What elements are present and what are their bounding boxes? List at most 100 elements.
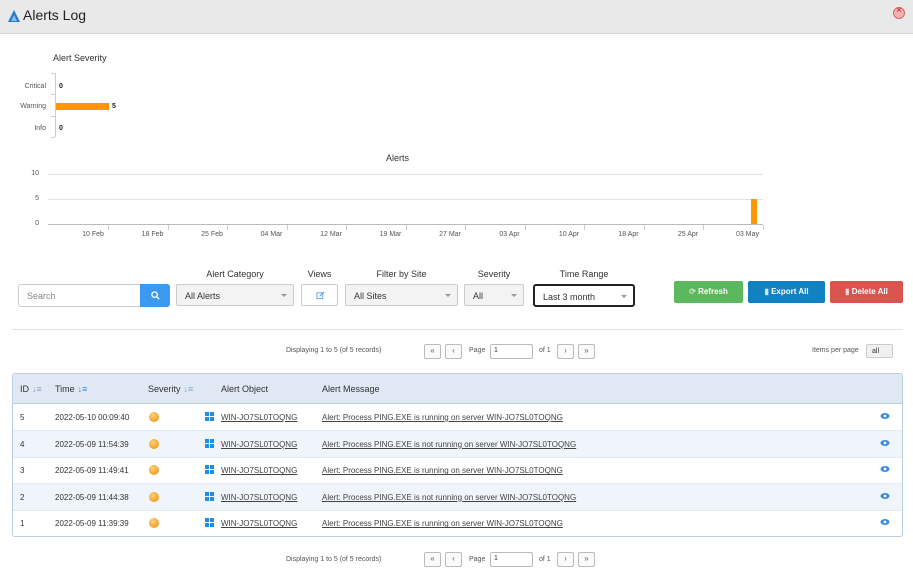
warning-severity-icon: [149, 412, 159, 422]
refresh-icon: ⟳: [689, 287, 699, 296]
alerts-x-tick: [108, 225, 109, 230]
page-number-input[interactable]: 1: [490, 552, 533, 567]
column-header-id[interactable]: ID ↓≡: [20, 384, 42, 394]
prev-page-button[interactable]: ‹: [445, 344, 462, 359]
warning-severity-icon: [149, 465, 159, 476]
windows-icon: [205, 438, 215, 449]
view-eye-icon[interactable]: [880, 492, 890, 500]
sort-icon: ↓≡: [32, 384, 42, 394]
divider: [12, 329, 903, 330]
alerts-table: ID ↓≡ Time ↓≡ Severity ↓≡ Alert Object Aler…: [12, 373, 903, 537]
alerts-x-tick-label: 04 Mar: [260, 231, 283, 238]
search-icon: [151, 291, 160, 300]
table-header: ID ↓≡ Time ↓≡ Severity ↓≡ Alert Object Aler…: [13, 374, 902, 404]
cell-alert-object-link[interactable]: WIN-JO7SL0TOQNG: [221, 519, 297, 528]
views-button[interactable]: [301, 284, 338, 306]
cell-id: 4: [20, 439, 25, 449]
warning-severity-icon: [149, 438, 159, 449]
alerts-y-tick-label: 10: [31, 170, 39, 177]
cell-alert-message-link[interactable]: Alert: Process PING.EXE is running on se…: [322, 519, 563, 528]
alerts-x-tick-label: 25 Apr: [677, 231, 699, 238]
window-title: Alerts Log: [23, 7, 87, 23]
cell-alert-message-link[interactable]: Alert: Process PING.EXE is not running o…: [322, 493, 576, 502]
view-eye-icon[interactable]: [880, 439, 890, 447]
delete-all-label: Delete All: [851, 287, 888, 296]
delete-all-button[interactable]: ▮ Delete All: [830, 281, 903, 303]
alerts-x-tick: [584, 225, 585, 230]
table-row[interactable]: 3 2022-05-09 11:49:41 WIN-JO7SL0TOQNG Alert…: [13, 457, 902, 485]
view-eye-icon[interactable]: [880, 412, 890, 420]
alerts-x-tick: [346, 225, 347, 230]
column-header-alert-message: Alert Message: [322, 384, 380, 394]
refresh-button[interactable]: ⟳ Refresh: [674, 281, 743, 303]
cell-alert-object-link[interactable]: WIN-JO7SL0TOQNG: [221, 440, 297, 449]
column-header-time[interactable]: Time ↓≡: [55, 384, 87, 394]
page-label: Page: [469, 347, 486, 354]
alerts-gridline: [48, 174, 763, 175]
alerts-x-tick: [524, 225, 526, 230]
windows-icon: [205, 518, 215, 528]
site-filter-label: Filter by Site: [376, 269, 427, 279]
cell-alert-object-link[interactable]: WIN-JO7SL0TOQNG: [221, 413, 297, 422]
prev-page-button[interactable]: ‹: [445, 552, 462, 567]
page-number-input[interactable]: 1: [490, 344, 533, 359]
search-input[interactable]: [18, 284, 141, 307]
alerts-y-tick-label: 5: [35, 195, 39, 202]
column-header-severity[interactable]: Severity ↓≡: [148, 384, 193, 394]
warning-severity-icon: [149, 518, 159, 529]
page-label: Page: [469, 556, 486, 563]
windows-icon: [205, 491, 215, 502]
trash-icon: ▮: [845, 287, 852, 296]
export-all-button[interactable]: ▮ Export All: [748, 281, 825, 303]
sort-descending-icon: ↓≡: [77, 384, 88, 394]
title-bar: Alerts Log: [0, 0, 913, 34]
alerts-x-tick-label: 10 Feb: [82, 231, 104, 238]
cell-time: 2022-05-10 00:09:40: [55, 413, 130, 422]
alert-category-value: All Alerts: [185, 291, 221, 301]
cell-alert-message-link[interactable]: Alert: Process PING.EXE is running on se…: [322, 466, 563, 475]
close-icon[interactable]: [893, 5, 905, 19]
alerts-x-tick-label: 18 Apr: [618, 231, 639, 238]
alerts-x-tick-label: 18 Feb: [141, 231, 164, 238]
severity-axis-tick: [51, 73, 55, 74]
next-page-button[interactable]: ›: [557, 344, 574, 359]
severity-axis-tick: [51, 94, 55, 95]
site-filter-select[interactable]: All Sites: [345, 284, 458, 306]
table-row[interactable]: 2 2022-05-09 11:44:38 WIN-JO7SL0TOQNG Alert…: [13, 483, 902, 511]
alert-category-select[interactable]: All Alerts: [176, 284, 294, 306]
alerts-bar: [750, 199, 757, 224]
severity-value-label: 0: [59, 125, 63, 132]
view-eye-icon[interactable]: [880, 465, 890, 473]
time-range-select[interactable]: Last 3 month: [533, 284, 635, 307]
last-page-button[interactable]: »: [578, 552, 595, 567]
first-page-button[interactable]: «: [424, 344, 441, 359]
cell-alert-object-link[interactable]: WIN-JO7SL0TOQNG: [221, 493, 297, 502]
column-header-label: Time: [55, 384, 75, 394]
last-page-button[interactable]: »: [578, 344, 595, 359]
cell-alert-message-link[interactable]: Alert: Process PING.EXE is not running o…: [322, 440, 576, 449]
view-eye-icon[interactable]: [880, 518, 890, 526]
table-row[interactable]: 4 2022-05-09 11:54:39 WIN-JO7SL0TOQNG Alert…: [13, 430, 902, 458]
alerts-x-tick-label: 27 Mar: [439, 231, 461, 238]
table-row[interactable]: 5 2022-05-10 00:09:40 WIN-JO7SL0TOQNG Alert…: [13, 404, 902, 431]
column-header-label: Severity: [148, 384, 181, 394]
warning-severity-icon: [149, 491, 159, 502]
alerts-x-tick: [286, 225, 288, 230]
alerts-x-tick: [703, 225, 704, 230]
search-button[interactable]: [140, 284, 170, 307]
next-page-button[interactable]: ›: [557, 552, 574, 567]
alert-category-label: Alert Category: [206, 269, 264, 279]
cell-alert-object-link[interactable]: WIN-JO7SL0TOQNG: [221, 466, 297, 475]
severity-value-label: 0: [59, 83, 63, 90]
alerts-x-tick-label: 19 Mar: [379, 231, 402, 238]
severity-filter-select[interactable]: All: [464, 284, 524, 306]
alerts-x-tick-label: 10 Apr: [558, 231, 580, 238]
cell-alert-message-link[interactable]: Alert: Process PING.EXE is running on se…: [322, 413, 563, 422]
views-label: Views: [307, 269, 332, 279]
severity-chart-title: Alert Severity: [53, 53, 107, 63]
items-per-page-select[interactable]: all: [866, 344, 893, 358]
severity-filter-label: Severity: [477, 269, 511, 279]
time-range-label: Time Range: [559, 269, 609, 279]
first-page-button[interactable]: «: [424, 552, 441, 567]
table-row[interactable]: 1 2022-05-09 11:39:39 WIN-JO7SL0TOQNG Alert…: [13, 510, 902, 536]
